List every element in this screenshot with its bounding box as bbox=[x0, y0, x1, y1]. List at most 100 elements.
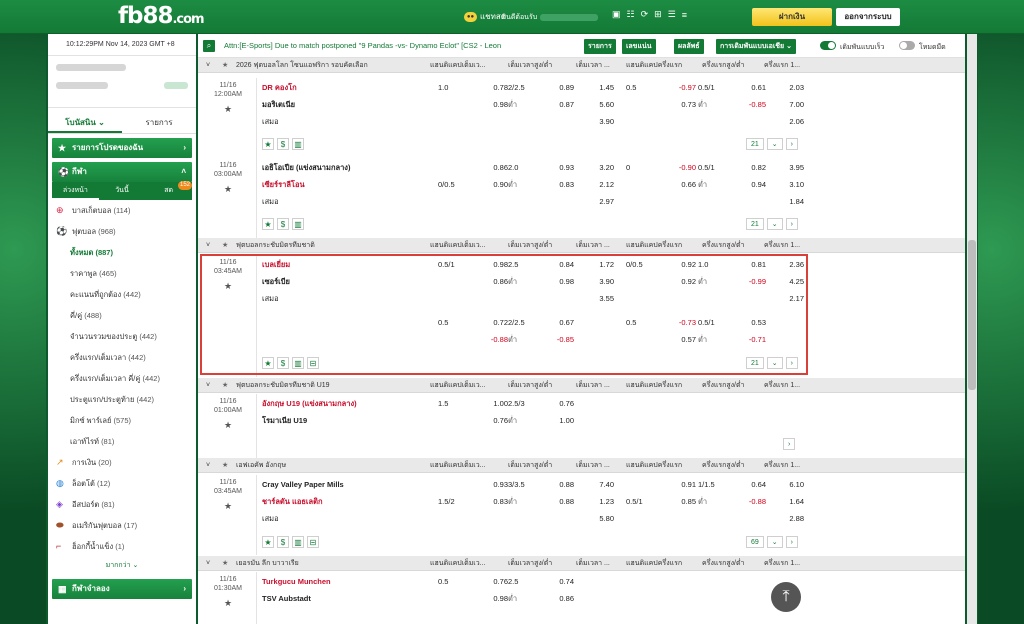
odds-cell[interactable]: 0.61 bbox=[738, 80, 766, 95]
chevron-down-icon[interactable]: ⌄ bbox=[766, 218, 783, 230]
odds-cell[interactable]: 7.40 bbox=[586, 477, 614, 492]
favorite-star-icon[interactable]: ★ bbox=[200, 599, 256, 608]
quick-bet-toggle[interactable] bbox=[820, 41, 836, 50]
tab-early[interactable]: ล่วงหน้า bbox=[52, 182, 99, 200]
home-team[interactable]: DR คองโก bbox=[262, 80, 297, 95]
scoreboard-icon[interactable]: ⊟ bbox=[307, 536, 319, 548]
odds-cell[interactable]: 0.87 bbox=[546, 97, 574, 112]
odds-cell[interactable]: 0.90 bbox=[480, 177, 508, 192]
odds-cell[interactable]: 5.80 bbox=[586, 511, 614, 526]
24-7-icon[interactable]: ⟳ bbox=[641, 9, 649, 20]
odds-cell[interactable]: 7.00 bbox=[776, 97, 804, 112]
results-button[interactable]: ผลลัพธ์ bbox=[674, 39, 704, 54]
sidebar-item-american-football[interactable]: ⬬ อเมริกันฟุตบอล (17) bbox=[48, 515, 196, 536]
odds-cell[interactable]: 0.76 bbox=[546, 396, 574, 411]
odds-cell[interactable]: 1.23 bbox=[586, 494, 614, 509]
odds-cell[interactable]: 0.88 bbox=[546, 477, 574, 492]
odds-cell[interactable]: 0.88 bbox=[546, 494, 574, 509]
sidebar-item-lotto[interactable]: ◍ ล็อตโต้ (12) bbox=[48, 473, 196, 494]
league-header[interactable]: ˅ ★ ฟุตบอลกระชับมิตรทีมชาติ U19 แฮนดิแคปเต็… bbox=[198, 378, 965, 393]
home-team[interactable]: Turkgucu Munchen bbox=[262, 574, 331, 589]
scrollbar[interactable] bbox=[967, 34, 977, 624]
league-header[interactable]: ˅ ★ เยอรมัน ลีก บาวาเรีย แฮนดิแคปเต็มเว... เ… bbox=[198, 556, 965, 571]
odds-cell[interactable]: 0.73 bbox=[668, 97, 696, 112]
account-icon[interactable]: ☷ bbox=[627, 9, 635, 20]
tab-bets[interactable]: โบนัสนิน ⌄ bbox=[48, 112, 122, 133]
away-team[interactable]: โรมาเนีย U19 bbox=[262, 413, 307, 428]
star-icon[interactable]: ★ bbox=[222, 378, 228, 393]
odds-cell[interactable]: 3.20 bbox=[586, 160, 614, 175]
odds-cell[interactable]: 0.78 bbox=[480, 80, 508, 95]
odds-cell[interactable]: 0.86 bbox=[546, 591, 574, 606]
home-team[interactable]: Cray Valley Paper Mills bbox=[262, 477, 344, 492]
odds-cell[interactable]: 0.89 bbox=[546, 80, 574, 95]
more-bets-count[interactable]: 69 bbox=[746, 536, 764, 548]
home-team[interactable]: อังกฤษ U19 (แข่งสนามกลาง) bbox=[262, 396, 357, 411]
sidebar-item-esports[interactable]: ◈ อีสปอร์ต (81) bbox=[48, 494, 196, 515]
odds-cell[interactable]: 1.00 bbox=[480, 396, 508, 411]
odds-cell[interactable]: 0.76 bbox=[480, 413, 508, 428]
odds-cell[interactable]: -0.90 bbox=[668, 160, 696, 175]
soccer-sub-all[interactable]: ทั้งหมด (887) bbox=[48, 242, 196, 263]
sidebar-item-soccer[interactable]: ⚽ ฟุตบอล (968) bbox=[48, 221, 196, 242]
bet-icon[interactable]: $ bbox=[277, 536, 289, 548]
menu-icon[interactable]: ≡ bbox=[682, 10, 687, 20]
collapse-icon[interactable]: ˅ bbox=[206, 556, 210, 571]
odds-cell[interactable]: 1.45 bbox=[586, 80, 614, 95]
odds-cell[interactable]: 0.83 bbox=[546, 177, 574, 192]
soccer-sub-htft-oddeven[interactable]: ครึ่งแรก/เต็มเวลา คี่/คู่ (442) bbox=[48, 368, 196, 389]
soccer-sub-htft[interactable]: ครึ่งแรก/เต็มเวลา (442) bbox=[48, 347, 196, 368]
stats-icon[interactable]: ▥ bbox=[292, 218, 304, 230]
stats-icon[interactable]: ▥ bbox=[292, 138, 304, 150]
soccer-sub-odd-even[interactable]: คี่/คู่ (488) bbox=[48, 305, 196, 326]
odds-cell[interactable]: 0.66 bbox=[668, 177, 696, 192]
odds-cell[interactable]: 0.83 bbox=[480, 494, 508, 509]
away-team[interactable]: ชาร์ลตัน แอธเลติก bbox=[262, 494, 323, 509]
odds-cell[interactable]: 2.97 bbox=[586, 194, 614, 209]
odds-cell[interactable]: 5.60 bbox=[586, 97, 614, 112]
league-header[interactable]: ˅ ★ เอฟเอคัพ อังกฤษ แฮนดิแคปเต็มเว... เต็มเว… bbox=[198, 458, 965, 473]
soccer-sub-total-goals[interactable]: จำนวนรวมของประตู (442) bbox=[48, 326, 196, 347]
odds-cell[interactable]: 3.95 bbox=[776, 160, 804, 175]
tab-live[interactable]: สด 152 bbox=[145, 181, 193, 200]
odds-cell[interactable]: 2.06 bbox=[776, 114, 804, 129]
odds-cell[interactable]: 0.98 bbox=[480, 591, 508, 606]
more-bets-count[interactable]: 21 bbox=[746, 138, 764, 150]
more-sports-link[interactable]: มากกว่า ⌄ bbox=[48, 557, 196, 575]
soccer-sub-mix-parlay[interactable]: มิกซ์ พาร์เลย์ (575) bbox=[48, 410, 196, 431]
more-bets-count[interactable]: 21 bbox=[746, 218, 764, 230]
odds-cell[interactable]: 0.93 bbox=[480, 477, 508, 492]
odds-cell[interactable]: 0.86 bbox=[480, 160, 508, 175]
stats-icon[interactable]: ▥ bbox=[292, 536, 304, 548]
odds-cell[interactable]: 0.91 bbox=[668, 477, 696, 492]
odds-cell[interactable]: 3.10 bbox=[776, 177, 804, 192]
checklist-icon[interactable]: ☰ bbox=[668, 9, 676, 20]
favorite-icon[interactable]: ★ bbox=[262, 218, 274, 230]
league-header[interactable]: ˅ ★ 2026 ฟุตบอลโลก โซนแอฟริกา รอบคัดเลือก แ… bbox=[198, 58, 965, 73]
sidebar-item-finance[interactable]: ↗ การเงิน (20) bbox=[48, 452, 196, 473]
back-to-top-button[interactable]: ⤒ bbox=[771, 582, 801, 612]
search-icon[interactable]: ⌕ bbox=[203, 40, 215, 52]
chevron-down-icon[interactable]: ⌄ bbox=[766, 536, 783, 548]
odds-cell[interactable]: -0.97 bbox=[668, 80, 696, 95]
star-icon[interactable]: ★ bbox=[222, 58, 228, 73]
soccer-sub-outright[interactable]: เอาท์ไรท์ (81) bbox=[48, 431, 196, 452]
odds-cell[interactable]: 0.76 bbox=[480, 574, 508, 589]
odds-cell[interactable]: 3.90 bbox=[586, 114, 614, 129]
odds-type-dropdown[interactable]: การเดิมพันแบบเอเชีย ⌄ bbox=[716, 39, 796, 54]
home-team[interactable]: เอธิโอเปีย (แข่งสนามกลาง) bbox=[262, 160, 350, 175]
favorite-icon[interactable]: ★ bbox=[262, 536, 274, 548]
favorite-icon[interactable]: ★ bbox=[262, 138, 274, 150]
odds-cell[interactable]: 6.10 bbox=[776, 477, 804, 492]
bet-icon[interactable]: $ bbox=[277, 138, 289, 150]
virtual-sports-bar[interactable]: ▦ กีฬาจำลอง › bbox=[52, 579, 192, 599]
chevron-right-icon[interactable]: › bbox=[783, 438, 796, 450]
odds-cell[interactable]: 0.98 bbox=[480, 97, 508, 112]
sidebar-item-ice-hockey[interactable]: ⌐ ฮ็อกกี้น้ำแข็ง (1) bbox=[48, 536, 196, 557]
odds-cell[interactable]: 1.84 bbox=[776, 194, 804, 209]
my-favorites-bar[interactable]: ★ รายการโปรดของฉัน › bbox=[52, 138, 192, 158]
odds-cell[interactable]: 2.88 bbox=[776, 511, 804, 526]
favorite-star-icon[interactable]: ★ bbox=[200, 185, 256, 194]
sports-bar[interactable]: ⚽ กีฬา ˄ bbox=[52, 162, 192, 182]
collapse-icon[interactable]: ˅ bbox=[206, 378, 210, 393]
